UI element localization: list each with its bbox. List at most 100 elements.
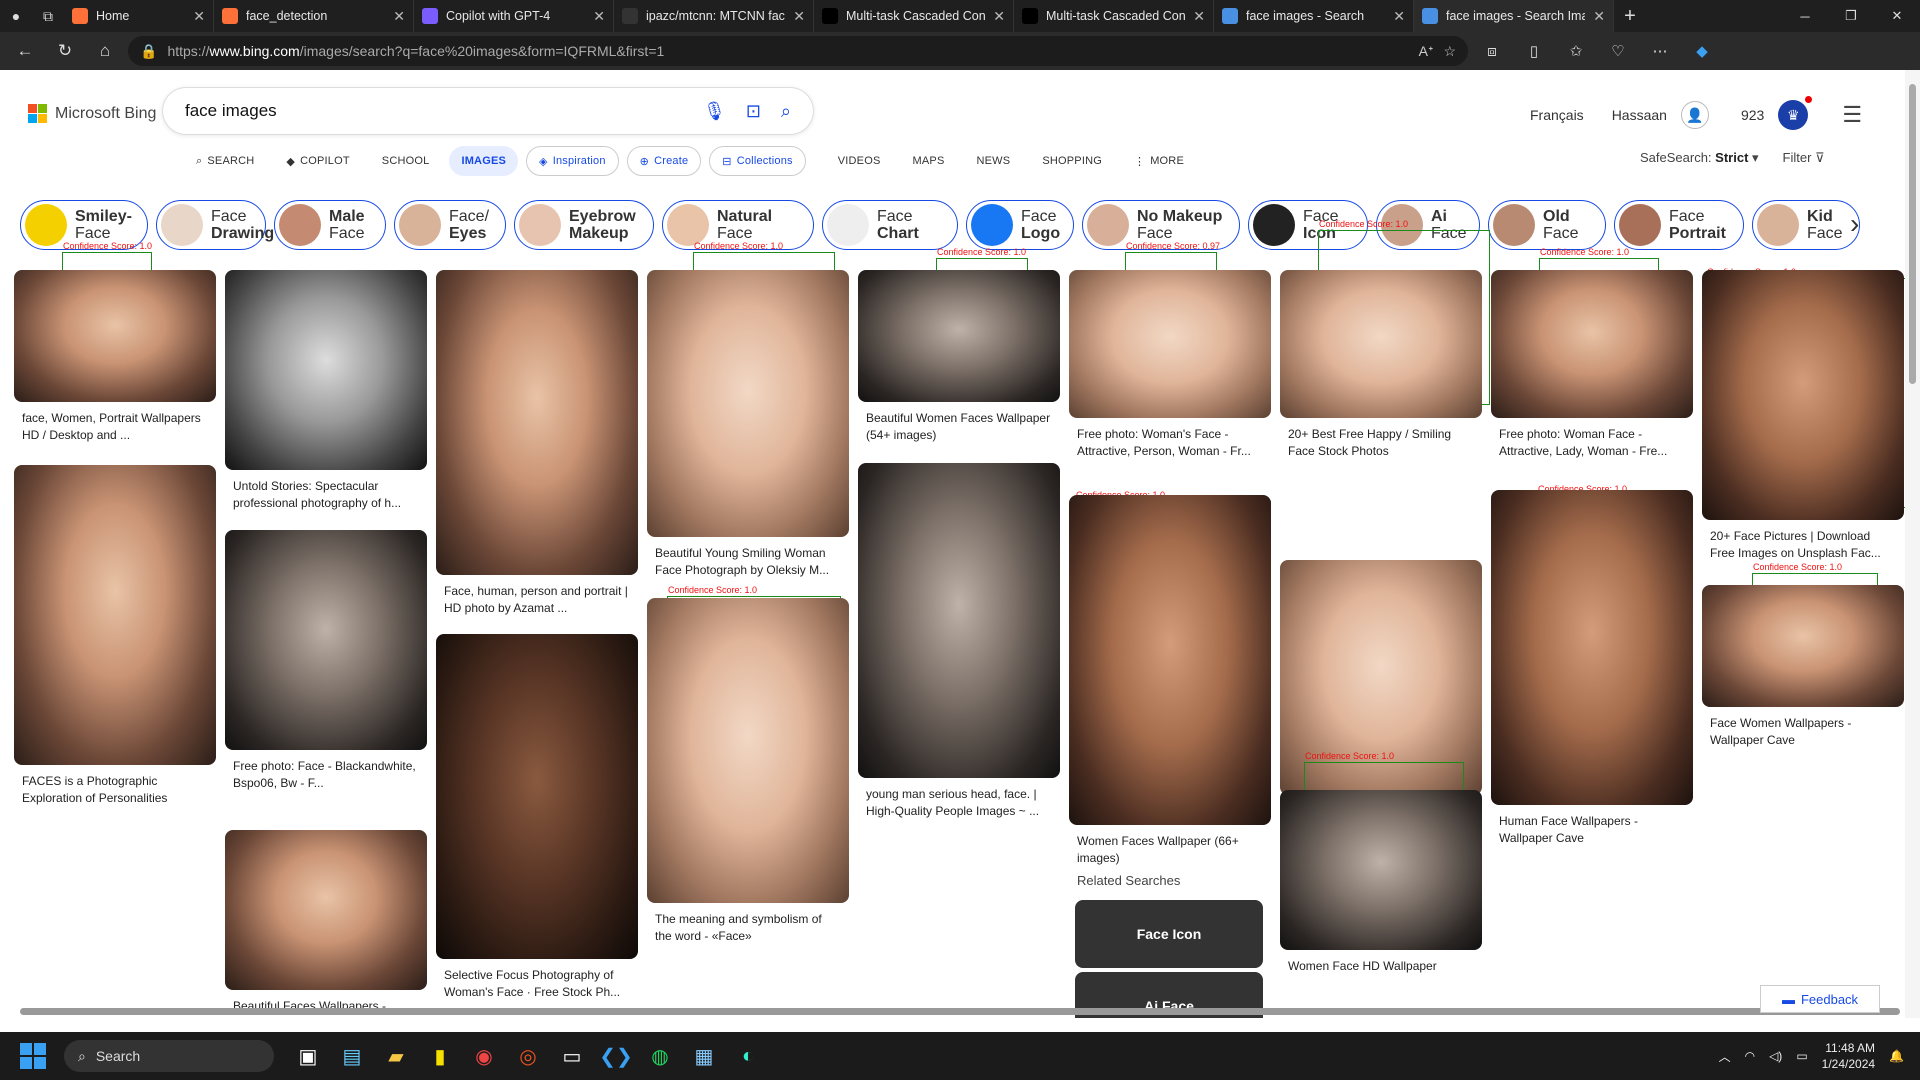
horizontal-scrollbar[interactable]	[20, 1005, 1900, 1017]
result-caption[interactable]: Face Women Wallpapers - Wallpaper Cave	[1702, 715, 1904, 749]
image-result[interactable]: Beautiful Faces Wallpapers - Wallpaper C…	[225, 830, 427, 1018]
extensions-icon[interactable]: ⧈	[1474, 36, 1510, 66]
chip-maleface[interactable]: Male Face	[274, 200, 386, 250]
user-name[interactable]: Hassaan	[1612, 107, 1667, 123]
close-tab-icon[interactable]: ✕	[1593, 8, 1605, 25]
image-result[interactable]: Human Face Wallpapers - Wallpaper Cave	[1491, 490, 1693, 847]
search-icon[interactable]: ⌕	[781, 101, 791, 122]
workspaces-icon[interactable]: ⧉	[32, 0, 64, 32]
chevron-right-icon[interactable]: ›	[1850, 208, 1859, 240]
related-face-icon[interactable]: Face Icon	[1075, 900, 1263, 968]
terminal-icon[interactable]: ▭	[552, 1036, 592, 1076]
notification-bell-icon[interactable]: 🔔	[1889, 1049, 1904, 1063]
search-box[interactable]: face images 🎙 ⊡ ⌕	[163, 88, 813, 134]
battery-icon[interactable]: ▭	[1796, 1049, 1807, 1063]
result-thumbnail[interactable]	[1069, 495, 1271, 825]
image-result[interactable]: FACES is a Photographic Exploration of P…	[14, 465, 216, 807]
result-caption[interactable]: face, Women, Portrait Wallpapers HD / De…	[14, 410, 216, 444]
ubuntu-icon[interactable]: ◎	[508, 1036, 548, 1076]
chip-facechart[interactable]: Face Chart	[822, 200, 958, 250]
image-result[interactable]: Beautiful Women Faces Wallpaper (54+ ima…	[858, 270, 1060, 444]
close-tab-icon[interactable]: ✕	[393, 8, 405, 25]
widgets-icon[interactable]: ▤	[332, 1036, 372, 1076]
tab[interactable]: Copilot with GPT-4 ✕	[414, 0, 614, 32]
result-caption[interactable]: Human Face Wallpapers - Wallpaper Cave	[1491, 813, 1693, 847]
result-caption[interactable]: Untold Stories: Spectacular professional…	[225, 478, 427, 512]
feedback-button[interactable]: ▬ Feedback	[1760, 985, 1880, 1013]
tab[interactable]: Multi-task Cascaded Conv ✕	[814, 0, 1014, 32]
result-caption[interactable]: Beautiful Women Faces Wallpaper (54+ ima…	[858, 410, 1060, 444]
copilot-icon[interactable]: ◆	[1684, 36, 1720, 66]
result-thumbnail[interactable]	[647, 270, 849, 537]
result-thumbnail[interactable]	[858, 463, 1060, 778]
close-tab-icon[interactable]: ✕	[1393, 8, 1405, 25]
result-caption[interactable]: Beautiful Young Smiling Woman Face Photo…	[647, 545, 849, 579]
nav-images[interactable]: IMAGES	[449, 146, 519, 176]
microphone-icon[interactable]: 🎙	[703, 101, 726, 122]
result-thumbnail[interactable]	[1491, 270, 1693, 418]
close-tab-icon[interactable]: ✕	[793, 8, 805, 25]
nav-create[interactable]: ⊕ Create	[626, 146, 702, 176]
chip-faceeyes[interactable]: Face/Eyes	[394, 200, 506, 250]
image-result[interactable]: Women Face HD Wallpaper	[1280, 790, 1482, 975]
nav-search[interactable]: ⌕ SEARCH	[184, 146, 266, 176]
chip-oldface[interactable]: Old Face	[1488, 200, 1606, 250]
restore-icon[interactable]: ❐	[1828, 0, 1874, 32]
chip-kidface[interactable]: Kid Face	[1752, 200, 1860, 250]
result-thumbnail[interactable]	[647, 598, 849, 903]
clock[interactable]: 11:48 AM 1/24/2024	[1822, 1040, 1875, 1072]
nav-inspiration[interactable]: ◈ Inspiration	[526, 146, 619, 176]
tab[interactable]: Multi-task Cascaded Conv ✕	[1014, 0, 1214, 32]
wifi-icon[interactable]: ◠	[1745, 1049, 1755, 1063]
filter-button[interactable]: Filter ⊽	[1783, 150, 1825, 166]
image-result[interactable]: Free photo: Woman's Face - Attractive, P…	[1069, 270, 1271, 460]
image-result[interactable]: Untold Stories: Spectacular professional…	[225, 270, 427, 512]
result-caption[interactable]: Women Faces Wallpaper (66+ images)	[1069, 833, 1271, 867]
result-thumbnail[interactable]	[1280, 790, 1482, 950]
result-thumbnail[interactable]	[14, 270, 216, 402]
nav-collections[interactable]: ⊟ Collections	[709, 146, 806, 176]
taskbar-search[interactable]: ⌕ Search	[64, 1040, 274, 1072]
result-thumbnail[interactable]	[436, 270, 638, 575]
bing-logo[interactable]: Microsoft Bing	[28, 104, 156, 123]
image-result[interactable]: Beautiful Young Smiling Woman Face Photo…	[647, 270, 849, 579]
result-thumbnail[interactable]	[436, 634, 638, 959]
file-explorer-icon[interactable]: ▰	[376, 1036, 416, 1076]
sticky-notes-icon[interactable]: ▮	[420, 1036, 460, 1076]
read-aloud-icon[interactable]: Aᐩ	[1419, 43, 1434, 60]
split-screen-icon[interactable]: ▯	[1516, 36, 1552, 66]
result-thumbnail[interactable]	[14, 465, 216, 765]
result-caption[interactable]: 20+ Best Free Happy / Smiling Face Stock…	[1280, 426, 1482, 460]
performance-icon[interactable]: ♡	[1600, 36, 1636, 66]
image-result[interactable]: 20+ Best Free Happy / Smiling Face Stock…	[1280, 270, 1482, 460]
result-caption[interactable]: The meaning and symbolism of the word - …	[647, 911, 849, 945]
result-thumbnail[interactable]	[225, 530, 427, 750]
tab[interactable]: face images - Search Imag ✕	[1414, 0, 1614, 32]
result-caption[interactable]: Free photo: Woman's Face - Attractive, P…	[1069, 426, 1271, 460]
result-caption[interactable]: FACES is a Photographic Exploration of P…	[14, 773, 216, 807]
nav-school[interactable]: SCHOOL	[370, 146, 442, 176]
more-menu-icon[interactable]: ⋯	[1642, 36, 1678, 66]
volume-icon[interactable]: ◁)	[1769, 1049, 1782, 1063]
result-thumbnail[interactable]	[1069, 270, 1271, 418]
home-icon[interactable]: ⌂	[88, 36, 122, 66]
close-tab-icon[interactable]: ✕	[193, 8, 205, 25]
chevron-up-icon[interactable]: ︿	[1719, 1048, 1731, 1065]
result-thumbnail[interactable]	[225, 830, 427, 990]
result-caption[interactable]: Free photo: Woman Face - Attractive, Lad…	[1491, 426, 1693, 460]
chip-facelogo[interactable]: Face Logo	[966, 200, 1074, 250]
favorite-star-icon[interactable]: ☆	[1443, 43, 1456, 60]
result-thumbnail[interactable]	[225, 270, 427, 470]
tab[interactable]: ipazc/mtcnn: MTCNN face ✕	[614, 0, 814, 32]
tab[interactable]: Home ✕	[64, 0, 214, 32]
result-thumbnail[interactable]	[1280, 270, 1482, 418]
new-tab-icon[interactable]: +	[1614, 0, 1646, 32]
vscode-icon[interactable]: ❮❯	[596, 1036, 636, 1076]
visual-search-icon[interactable]: ⊡	[746, 101, 761, 122]
nav-maps[interactable]: MAPS	[901, 146, 957, 176]
image-result[interactable]: Women Faces Wallpaper (66+ images)	[1069, 495, 1271, 867]
image-result[interactable]: Free photo: Woman Face - Attractive, Lad…	[1491, 270, 1693, 460]
close-tab-icon[interactable]: ✕	[1193, 8, 1205, 25]
result-caption[interactable]: young man serious head, face. | High-Qua…	[858, 786, 1060, 820]
image-result[interactable]: face, Women, Portrait Wallpapers HD / De…	[14, 270, 216, 444]
